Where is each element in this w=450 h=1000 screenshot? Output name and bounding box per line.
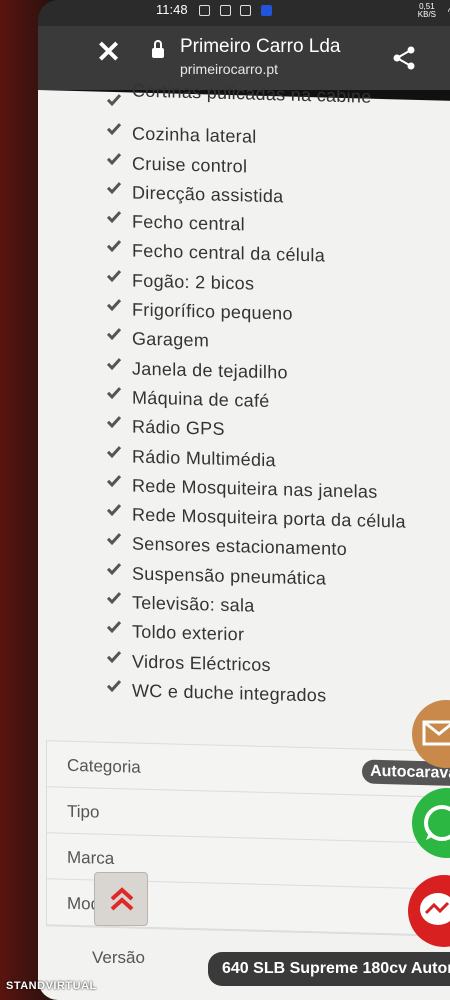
feature-label: WC e duche integrados (132, 680, 327, 706)
feature-label: Rede Mosquiteira nas janelas (132, 475, 378, 502)
feature-label: Fecho central da célula (132, 240, 326, 267)
version-value: 640 SLB Supreme 180cv Automátic (208, 952, 450, 986)
checkmark-icon (106, 299, 122, 312)
lock-icon (152, 40, 164, 60)
feature-label: Toldo exterior (132, 621, 245, 645)
checkmark-icon (106, 504, 122, 517)
checkmark-icon (106, 240, 122, 253)
page-url: primeirocarro.pt (180, 61, 279, 77)
checkmark-icon (106, 474, 122, 487)
phone-screen: 11:48 0,51 KB/S ◠ ✕ Primeiro Carro Lda p… (38, 0, 450, 1000)
feature-label: Sensores estacionamento (132, 533, 348, 560)
feature-label: Cruise control (132, 153, 248, 177)
feature-label: Janela de tejadilho (132, 358, 288, 383)
messenger-button[interactable] (408, 875, 450, 947)
scroll-to-top-button[interactable] (94, 872, 148, 926)
notification-icon (219, 5, 231, 17)
notification-icon (261, 5, 273, 17)
feature-label: Rádio GPS (132, 416, 225, 440)
network-speed-unit: KB/S (417, 10, 436, 19)
status-bar: 11:48 0,51 KB/S ◠ (38, 0, 450, 26)
status-time: 11:48 (156, 2, 188, 17)
share-icon[interactable] (390, 44, 418, 72)
checkmark-icon (106, 123, 122, 136)
spec-key-versao: Versão (92, 948, 145, 967)
checkmark-icon (106, 269, 122, 282)
double-chevron-up-icon (110, 887, 134, 911)
feature-list: Cortinas pulicadas na cabine Cozinha late… (98, 80, 450, 715)
feature-label: Fecho central (132, 211, 245, 235)
feature-label: Fogão: 2 bicos (132, 270, 255, 294)
checkmark-icon (106, 357, 122, 370)
notification-icon (240, 5, 252, 17)
spec-key: Categoria (67, 755, 141, 777)
feature-label: Rede Mosquiteira porta da célula (132, 504, 406, 532)
checkmark-icon (106, 592, 122, 605)
checkmark-icon (106, 416, 122, 429)
checkmark-icon (106, 328, 122, 341)
checkmark-icon (106, 94, 122, 107)
feature-label: Vidros Eléctricos (132, 651, 271, 675)
checkmark-icon (106, 562, 122, 575)
notification-icon (199, 5, 211, 17)
watermark-logo: STANDVIRTUAL (6, 980, 97, 992)
checkmark-icon (106, 387, 122, 400)
feature-label: Suspensão pneumática (132, 563, 327, 589)
checkmark-icon (106, 182, 122, 195)
checkmark-icon (106, 680, 122, 693)
feature-label: Máquina de café (132, 387, 270, 412)
whatsapp-icon (424, 805, 450, 841)
feature-label: Cozinha lateral (132, 123, 257, 148)
messenger-icon (420, 893, 450, 925)
envelope-icon (422, 720, 450, 746)
whatsapp-button[interactable] (412, 788, 450, 858)
feature-label: Rádio Multimédia (132, 446, 276, 470)
feature-label: Frigorífico pequeno (132, 299, 293, 324)
spec-key: Tipo (67, 801, 100, 822)
network-speed: 0,51 KB/S (418, 3, 436, 19)
checkmark-icon (106, 533, 122, 546)
feature-label: Garagem (132, 328, 210, 351)
spec-key: Marca (67, 847, 115, 868)
page-title: Primeiro Carro Lda (180, 36, 341, 57)
page-content: Cortinas pulicadas na cabine Cozinha late… (38, 80, 450, 1000)
checkmark-icon (106, 650, 122, 663)
checkmark-icon (106, 621, 122, 634)
email-button[interactable] (412, 700, 450, 768)
close-icon[interactable]: ✕ (96, 38, 121, 68)
checkmark-icon (106, 211, 122, 224)
feature-label: Direcção assistida (132, 182, 284, 207)
checkmark-icon (106, 445, 122, 458)
browser-app-bar: ✕ Primeiro Carro Lda primeirocarro.pt (38, 26, 450, 90)
feature-label: Televisão: sala (132, 592, 255, 616)
checkmark-icon (106, 152, 122, 165)
